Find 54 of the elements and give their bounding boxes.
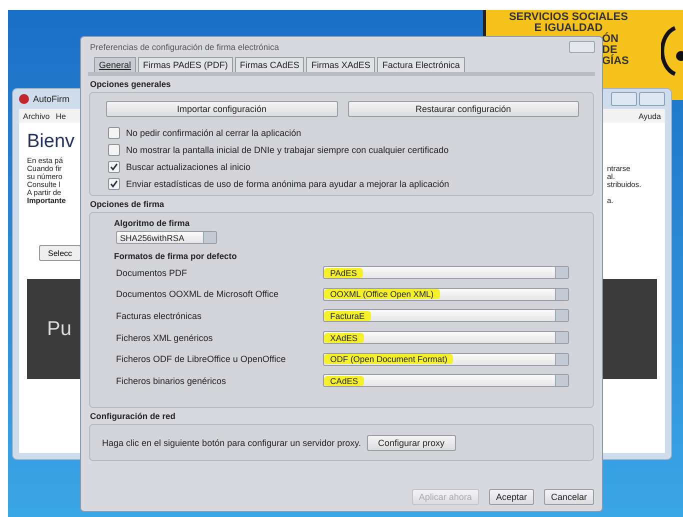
dialog-title: Preferencias de configuración de firma electrónica bbox=[90, 42, 279, 52]
field-label: Algoritmo de firma bbox=[114, 217, 191, 229]
poster-text: ÓN bbox=[602, 34, 618, 45]
poster-text: E IGUALDAD bbox=[533, 23, 603, 34]
field-label: Ficheros binarios genéricos bbox=[115, 376, 228, 386]
checkbox-label: Buscar actualizaciones al inicio bbox=[126, 162, 251, 172]
tab[interactable]: Factura Electrónica bbox=[377, 57, 465, 72]
menu-item[interactable]: Archivo bbox=[23, 112, 50, 120]
menu-item[interactable]: He bbox=[56, 112, 66, 120]
field-label: Ficheros ODF de LibreOffice u OpenOffice bbox=[115, 354, 287, 364]
app-icon bbox=[19, 94, 29, 104]
checkbox[interactable] bbox=[108, 161, 120, 174]
dialog-button[interactable]: Aceptar bbox=[488, 489, 534, 505]
minimize-button[interactable] bbox=[611, 92, 637, 106]
proxy-button[interactable]: Configurar proxy bbox=[366, 434, 456, 450]
select-button[interactable]: Selecc bbox=[39, 245, 82, 261]
import-button[interactable]: Importar configuración bbox=[106, 101, 338, 117]
checkbox-label: Enviar estadísticas de uso de forma anónima para ayudar a mejorar la aplicación bbox=[126, 179, 450, 190]
field-label: Ficheros XML genéricos bbox=[115, 332, 214, 343]
poster-text: SERVICIOS SOCIALES bbox=[508, 12, 629, 23]
banner-text: Pu bbox=[47, 318, 72, 340]
poster-text: GÍAS bbox=[602, 56, 629, 67]
format-dropdown[interactable]: XAdES bbox=[323, 331, 569, 344]
checkbox-label: No mostrar la pantalla inicial de DNIe y trabajar siempre con cualquier certificado bbox=[126, 144, 449, 155]
logo-icon bbox=[661, 26, 683, 76]
format-dropdown[interactable]: PAdES bbox=[323, 266, 569, 280]
checkbox-label: No pedir confirmación al cerrar la aplicación bbox=[126, 128, 302, 138]
field-label: Facturas electrónicas bbox=[115, 310, 203, 321]
tab[interactable]: Firmas XAdES bbox=[306, 57, 376, 72]
close-button[interactable] bbox=[569, 41, 595, 53]
restore-button[interactable]: Restaurar configuración bbox=[348, 101, 579, 117]
field-label: Documentos OOXML de Microsoft Office bbox=[115, 289, 280, 300]
dialog-button[interactable]: Cancelar bbox=[544, 489, 594, 505]
checkbox[interactable] bbox=[108, 144, 120, 156]
tab[interactable]: Firmas PAdES (PDF) bbox=[138, 57, 233, 72]
field-label: Formatos de firma por defecto bbox=[114, 250, 238, 262]
checkbox[interactable] bbox=[108, 178, 120, 190]
window-title: AutoFirm bbox=[33, 94, 70, 104]
section-title: Opciones generales bbox=[89, 78, 172, 90]
format-dropdown[interactable]: OOXML (Office Open XML) bbox=[323, 288, 569, 301]
format-dropdown[interactable]: ODF (Open Document Format) bbox=[323, 352, 569, 366]
close-button[interactable] bbox=[639, 92, 665, 106]
heading: Bienv bbox=[27, 131, 75, 154]
tab[interactable]: General bbox=[94, 57, 136, 72]
format-dropdown[interactable]: FacturaE bbox=[323, 309, 569, 322]
tab[interactable]: Firmas CAdES bbox=[234, 57, 304, 72]
menu-item[interactable]: Ayuda bbox=[638, 112, 661, 120]
field-label: Documentos PDF bbox=[115, 268, 188, 278]
section-title: Opciones de firma bbox=[89, 198, 166, 210]
format-dropdown[interactable]: CAdES bbox=[323, 374, 569, 388]
algorithm-dropdown[interactable]: SHA256withRSA bbox=[116, 231, 217, 244]
section-title: Configuración de red bbox=[89, 410, 176, 422]
checkbox[interactable] bbox=[108, 126, 120, 139]
proxy-text: Haga clic en el siguiente botón para configurar un servidor proxy. bbox=[102, 438, 361, 448]
